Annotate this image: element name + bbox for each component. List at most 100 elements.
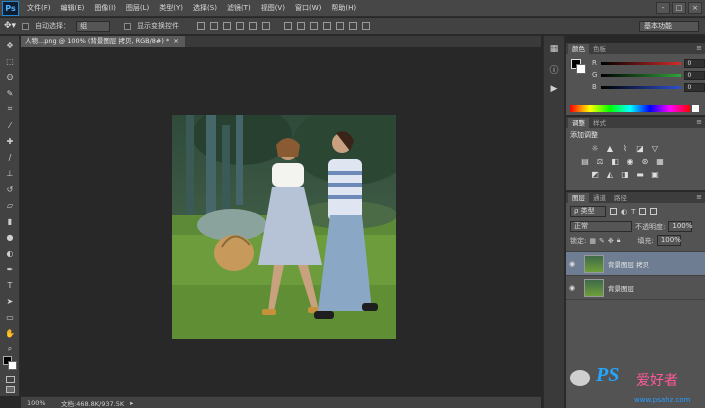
distribute-top-icon[interactable]: [284, 22, 293, 30]
photofilter-icon[interactable]: ◉: [625, 156, 635, 166]
posterize-icon[interactable]: ◭: [605, 169, 615, 179]
slider-g[interactable]: G 0: [566, 69, 705, 81]
lock-image-icon[interactable]: ✎: [599, 237, 605, 245]
align-right-icon[interactable]: [262, 22, 271, 30]
properties-panel-icon[interactable]: ⓘ: [547, 62, 561, 76]
menu-type[interactable]: 类型(Y): [154, 3, 188, 13]
align-top-icon[interactable]: [197, 22, 206, 30]
hue-icon[interactable]: ▤: [580, 156, 590, 166]
gradientmap-icon[interactable]: ▬: [635, 169, 645, 179]
show-transform-checkbox[interactable]: [124, 22, 132, 30]
tab-styles[interactable]: 样式: [589, 118, 610, 128]
tab-paths[interactable]: 路径: [610, 193, 631, 203]
brightness-icon[interactable]: ☼: [590, 143, 600, 153]
menu-view[interactable]: 视图(V): [256, 3, 290, 13]
menu-file[interactable]: 文件(F): [22, 3, 56, 13]
dodge-tool-icon[interactable]: ◐: [3, 246, 17, 260]
layer-name[interactable]: 背景图层 拷贝: [608, 259, 649, 269]
minimize-button[interactable]: -: [656, 2, 670, 14]
colorbalance-icon[interactable]: ⚖: [595, 156, 605, 166]
menu-help[interactable]: 帮助(H): [326, 3, 361, 13]
menu-filter[interactable]: 滤镜(T): [222, 3, 256, 13]
align-hcenter-icon[interactable]: [249, 22, 258, 30]
healing-tool-icon[interactable]: ✚: [3, 134, 17, 148]
background-color-swatch[interactable]: [8, 361, 17, 370]
shape-tool-icon[interactable]: ▭: [3, 310, 17, 324]
blur-tool-icon[interactable]: ●: [3, 230, 17, 244]
document-size[interactable]: 文档:468.8K/937.5K: [61, 398, 124, 408]
slider-g-bar[interactable]: [600, 73, 682, 77]
status-arrow-icon[interactable]: ▸: [130, 399, 133, 407]
history-panel-icon[interactable]: ▦: [547, 42, 561, 56]
distribute-bottom-icon[interactable]: [310, 22, 319, 30]
menu-window[interactable]: 窗口(W): [290, 3, 326, 13]
layer-filter-dropdown[interactable]: ρ 类型: [570, 206, 606, 217]
document-close-icon[interactable]: ×: [173, 37, 178, 45]
align-bottom-icon[interactable]: [223, 22, 232, 30]
lock-position-icon[interactable]: ✥: [608, 237, 614, 245]
distribute-left-icon[interactable]: [323, 22, 332, 30]
auto-align-icon[interactable]: [362, 22, 371, 30]
slider-b-bar[interactable]: [600, 85, 682, 89]
close-window-button[interactable]: ×: [688, 2, 702, 14]
pen-tool-icon[interactable]: ✒: [3, 262, 17, 276]
auto-select-checkbox[interactable]: [22, 22, 30, 30]
layer-row[interactable]: ◉ 背景图层 拷贝: [566, 252, 705, 276]
layer-row[interactable]: ◉ 背景图层: [566, 276, 705, 300]
tab-swatches[interactable]: 色板: [589, 44, 610, 54]
color-spectrum-bar[interactable]: [570, 105, 690, 112]
slider-r[interactable]: R 0: [566, 57, 705, 69]
panel-menu-icon[interactable]: ≡: [696, 44, 702, 52]
slider-r-bar[interactable]: [600, 61, 682, 65]
filter-type-icon[interactable]: T: [631, 208, 635, 216]
type-tool-icon[interactable]: T: [3, 278, 17, 292]
filter-pixel-icon[interactable]: [610, 208, 617, 215]
menu-image[interactable]: 图像(I): [89, 3, 121, 13]
opacity-field[interactable]: 100%: [668, 221, 692, 232]
lock-transparent-icon[interactable]: ▦: [589, 237, 596, 245]
auto-select-dropdown[interactable]: 组: [76, 20, 111, 32]
channel-g-value[interactable]: 0: [684, 70, 705, 80]
tab-channels[interactable]: 通道: [589, 193, 610, 203]
tab-adjustments[interactable]: 调整: [568, 118, 589, 128]
brush-tool-icon[interactable]: ∕: [3, 150, 17, 164]
zoom-level[interactable]: 100%: [27, 399, 55, 407]
filter-smart-icon[interactable]: [650, 208, 658, 215]
adjust-panel-menu-icon[interactable]: ≡: [696, 118, 702, 126]
menu-edit[interactable]: 编辑(E): [56, 3, 90, 13]
distribute-vcenter-icon[interactable]: [297, 22, 306, 30]
vibrance-icon[interactable]: ▽: [650, 143, 660, 153]
screen-mode-icon[interactable]: [6, 386, 15, 393]
document-tab[interactable]: 人物...png @ 100% (背景图层 拷贝, RGB/8#) * ×: [21, 36, 185, 47]
filter-shape-icon[interactable]: [639, 208, 647, 215]
spectrum-white-swatch[interactable]: [692, 105, 699, 112]
color-bg-swatch[interactable]: [576, 64, 586, 74]
workspace-dropdown[interactable]: 基本功能: [639, 21, 699, 32]
crop-tool-icon[interactable]: ⌗: [3, 102, 17, 116]
quick-mask-icon[interactable]: [6, 376, 15, 383]
channel-r-value[interactable]: 0: [684, 58, 705, 68]
eraser-tool-icon[interactable]: ▱: [3, 198, 17, 212]
actions-panel-icon[interactable]: ▶: [547, 82, 561, 96]
eye-icon[interactable]: ◉: [566, 284, 578, 292]
history-brush-tool-icon[interactable]: ↺: [3, 182, 17, 196]
lasso-tool-icon[interactable]: ʘ: [3, 70, 17, 84]
layer-name[interactable]: 背景图层: [608, 283, 634, 293]
distribute-hcenter-icon[interactable]: [336, 22, 345, 30]
hand-tool-icon[interactable]: ✋: [3, 326, 17, 340]
move-tool-preset-icon[interactable]: ✥▾: [4, 21, 16, 31]
clone-stamp-tool-icon[interactable]: ⊥: [3, 166, 17, 180]
blend-mode-dropdown[interactable]: 正常: [570, 221, 632, 232]
align-left-icon[interactable]: [236, 22, 245, 30]
fill-field[interactable]: 100%: [656, 235, 681, 246]
filter-adjust-icon[interactable]: ◐: [621, 208, 627, 216]
tab-color[interactable]: 颜色: [568, 44, 589, 54]
bw-icon[interactable]: ◧: [610, 156, 620, 166]
menu-layer[interactable]: 图层(L): [121, 3, 154, 13]
layers-panel-menu-icon[interactable]: ≡: [696, 193, 702, 201]
curves-icon[interactable]: ⌇: [620, 143, 630, 153]
maximize-button[interactable]: □: [672, 2, 686, 14]
move-tool-icon[interactable]: ✥: [3, 38, 17, 52]
exposure-icon[interactable]: ◪: [635, 143, 645, 153]
channel-b-value[interactable]: 0: [684, 82, 705, 92]
